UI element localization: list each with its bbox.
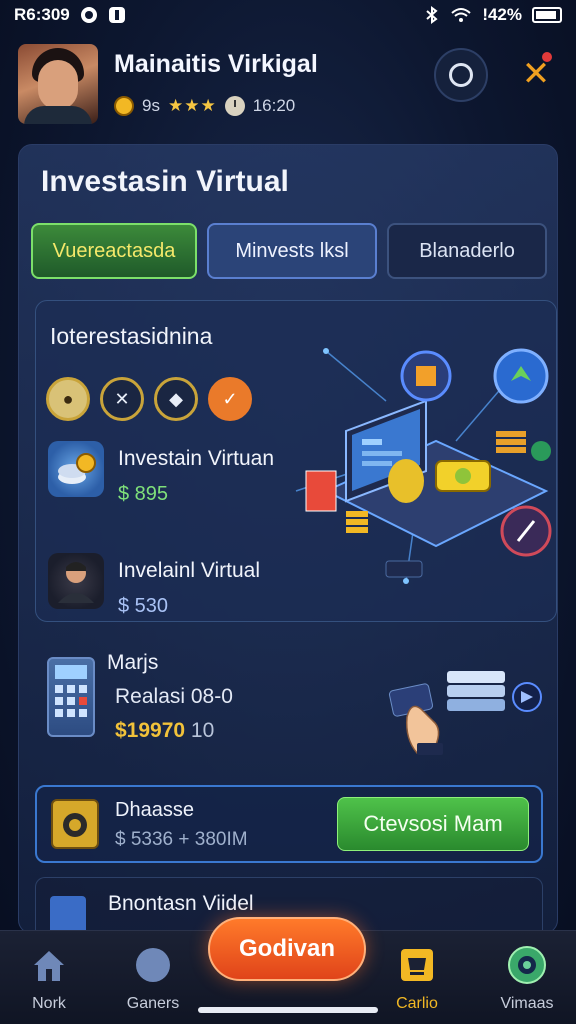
star-rating: ★★★ [167,96,217,115]
header: Mainaitis Virkigal 9s ★★★ 16:20 ✕ [18,42,558,126]
card-title: Ioterestasidnina [50,323,213,349]
investment-item[interactable]: Investain Virtuan $ 895 [48,441,274,506]
marks-title: Marjs [107,651,159,674]
nav-label: Carlio [396,995,438,1012]
avatar[interactable] [18,44,98,124]
deposit-card: Dhaasse $ 5336 + 380IM Ctevsosi Mam [35,785,543,863]
list-item-title: Bnontasn Viidel [108,892,254,915]
menu-circle-button[interactable] [434,48,488,102]
marks-amount: $19970 10 [115,719,215,742]
category-chips: ● ✕ ◆ ✓ [46,377,252,421]
investment-item[interactable]: Invelainl Virtual $ 530 [48,553,260,618]
main-panel: Investasin Virtual Vuereactasda Minvests… [18,144,558,936]
marks-subtitle: Realasi 08-0 [115,685,233,708]
tapping-hand-icon [388,671,542,755]
cart-icon [397,945,437,985]
wifi-icon [450,6,472,24]
nav-games[interactable]: Ganers [108,945,198,1013]
coin-icon [114,96,134,116]
person-icon [48,553,104,609]
deposit-amount: $ 5336 + 380IM [115,829,248,850]
laptop-investment-illustration [295,348,552,584]
app-title: Mainaitis Virkigal [114,50,318,78]
deposit-title: Dhaasse [115,799,194,821]
marks-card[interactable]: Marjs Realasi 08-0 $19970 10 [35,637,557,771]
nav-label: Vimaas [500,995,554,1012]
investment-card: Ioterestasidnina ● ✕ ◆ ✓ Investain Virtu… [35,300,557,622]
session-time: 16:20 [252,96,296,115]
user-chip-icon[interactable]: ● [46,377,90,421]
group-chip-icon[interactable]: ◆ [154,377,198,421]
nav-profile[interactable]: Vimaas [482,945,572,1013]
close-button[interactable]: ✕ [514,52,558,96]
notification-dot [542,52,552,62]
status-time: R6:309 [14,5,70,24]
app-icon [108,6,126,24]
user-meta: 9s ★★★ 16:20 [114,96,295,116]
nav-label: Ganers [126,995,180,1012]
home-icon [29,945,69,985]
tab-bar: Vuereactasda Minvests lksl Blanaderlo [31,223,547,279]
tab-balance[interactable]: Blanaderlo [387,223,547,279]
clock-icon [224,96,245,116]
panel-title: Investasin Virtual [41,165,289,198]
battery-icon [532,7,562,23]
notification-icon [80,6,98,24]
battery-percent: !42% [482,5,522,24]
tools-chip-icon[interactable]: ✕ [100,377,144,421]
rating-text: 9s [142,96,160,115]
home-indicator[interactable] [198,1007,378,1013]
bottom-nav: Nork Ganers Godivan Carlio Vimaas [0,917,576,1024]
coins-icon [48,441,104,497]
status-bar: R6:309 !42% [0,0,576,30]
primary-action-button[interactable]: Godivan [208,917,366,981]
compass-icon [133,945,173,985]
investment-amount: $ 530 [118,595,169,617]
bird-chip-icon[interactable]: ✓ [208,377,252,421]
circle-icon [449,63,473,87]
nav-home[interactable]: Nork [4,945,94,1013]
nav-label: Nork [32,995,66,1012]
wallet-icon [51,799,99,849]
bluetooth-icon [424,6,440,24]
nav-cart[interactable]: Carlio [372,945,462,1013]
tab-investments[interactable]: Minvests lksl [207,223,377,279]
deposit-button[interactable]: Ctevsosi Mam [337,797,529,851]
investment-amount: $ 895 [118,483,169,505]
tab-active[interactable]: Vuereactasda [31,223,197,279]
calculator-icon [47,657,95,737]
investment-name: Investain Virtuan [118,447,275,470]
investment-name: Invelainl Virtual [118,559,261,582]
globe-icon [507,945,547,985]
